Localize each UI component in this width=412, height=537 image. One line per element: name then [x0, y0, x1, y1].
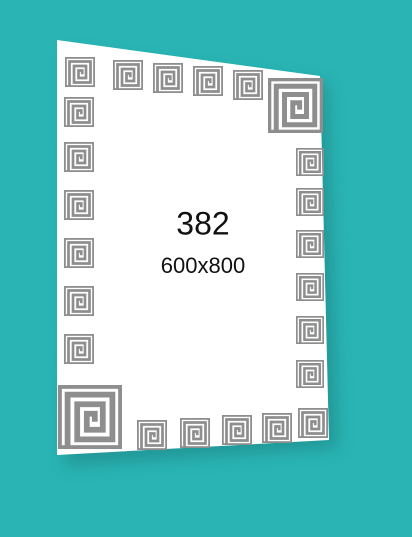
mirror-size: 600x800 — [160, 253, 246, 278]
model-number: 382 — [176, 205, 230, 242]
